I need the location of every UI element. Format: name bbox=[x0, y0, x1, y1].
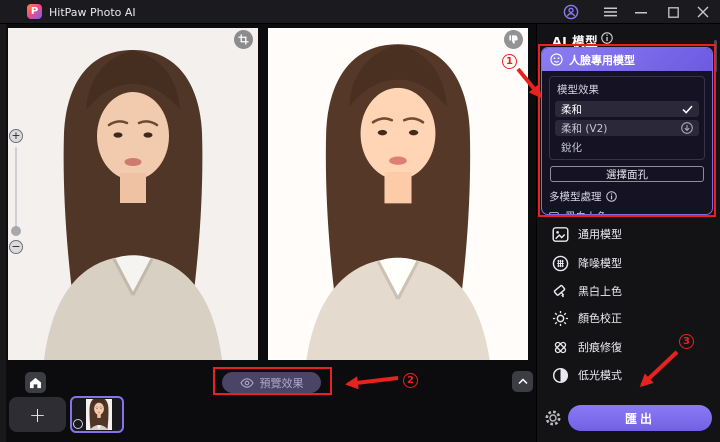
low-light-icon bbox=[552, 367, 569, 384]
zoom-in-button[interactable]: + bbox=[9, 129, 23, 143]
canvas-left-strip bbox=[0, 24, 6, 442]
thumbnail-photo bbox=[86, 399, 112, 430]
scratch-repair-icon bbox=[552, 339, 569, 356]
thumbnail-portrait-image bbox=[86, 399, 112, 430]
annotation-step-1: 1 bbox=[502, 54, 517, 69]
add-image-button[interactable]: + bbox=[9, 397, 66, 432]
original-image-panel bbox=[8, 28, 258, 360]
maximize-icon bbox=[668, 7, 679, 18]
sidebar-item-label: 通用模型 bbox=[578, 226, 622, 242]
home-button[interactable] bbox=[25, 372, 46, 393]
minimize-icon bbox=[635, 6, 647, 18]
sidebar-item-colorize-model[interactable]: 黑白上色 bbox=[552, 282, 622, 300]
home-icon bbox=[29, 377, 42, 389]
zoom-slider-track[interactable] bbox=[15, 147, 17, 229]
sidebar-item-denoise-model[interactable]: 降噪模型 bbox=[552, 254, 622, 272]
denoise-model-icon bbox=[552, 255, 569, 272]
enhanced-portrait-image bbox=[268, 28, 528, 360]
annotation-step-2: 2 bbox=[403, 373, 418, 388]
sidebar-item-scratch-repair[interactable]: 刮痕修復 bbox=[552, 338, 622, 356]
dislike-feedback-button[interactable] bbox=[504, 30, 523, 49]
close-icon bbox=[697, 6, 709, 18]
thumbs-down-icon bbox=[508, 34, 519, 45]
original-portrait-image bbox=[8, 28, 258, 360]
sidebar-item-color-correction[interactable]: 顏色校正 bbox=[552, 309, 622, 327]
account-icon bbox=[563, 4, 579, 20]
annotation-box-preview bbox=[213, 367, 332, 395]
chevron-up-icon bbox=[518, 378, 528, 385]
sidebar-item-low-light[interactable]: 低光模式 bbox=[552, 366, 622, 384]
annotation-step-3: 3 bbox=[679, 334, 694, 349]
zoom-out-button[interactable]: − bbox=[9, 240, 23, 254]
image-thumbnail[interactable] bbox=[70, 396, 124, 433]
app-title: HitPaw Photo AI bbox=[49, 6, 136, 19]
title-bar: P HitPaw Photo AI bbox=[0, 0, 720, 24]
general-model-icon bbox=[552, 226, 569, 243]
hamburger-menu-icon bbox=[604, 7, 617, 17]
sidebar-item-label: 黑白上色 bbox=[578, 283, 622, 299]
sidebar-item-label: 顏色校正 bbox=[578, 310, 622, 326]
close-button[interactable] bbox=[693, 2, 713, 22]
ai-models-info-icon[interactable] bbox=[601, 32, 613, 44]
minimize-button[interactable] bbox=[631, 2, 651, 22]
colorize-model-icon bbox=[552, 283, 569, 300]
maximize-button[interactable] bbox=[663, 2, 683, 22]
sidebar-item-label: 刮痕修復 bbox=[578, 339, 622, 355]
sidebar-item-label: 低光模式 bbox=[578, 367, 622, 383]
app-logo-icon: P bbox=[27, 4, 42, 19]
crop-icon bbox=[238, 34, 249, 45]
collapse-panel-button[interactable] bbox=[512, 371, 533, 392]
app-window: P HitPaw Photo AI bbox=[0, 0, 720, 442]
annotation-box-face-panel bbox=[538, 44, 716, 217]
sidebar-item-label: 降噪模型 bbox=[578, 255, 622, 271]
sidebar-item-general-model[interactable]: 通用模型 bbox=[552, 225, 622, 243]
crop-button[interactable] bbox=[234, 30, 253, 49]
enhanced-image-panel bbox=[268, 28, 528, 360]
account-button[interactable] bbox=[561, 2, 581, 22]
face-detect-badge-icon bbox=[73, 419, 83, 429]
color-correction-icon bbox=[552, 310, 569, 327]
export-button[interactable]: 匯出 bbox=[568, 405, 712, 431]
menu-button[interactable] bbox=[600, 2, 620, 22]
settings-gear-icon[interactable] bbox=[544, 409, 562, 427]
zoom-slider-knob[interactable] bbox=[11, 226, 21, 236]
